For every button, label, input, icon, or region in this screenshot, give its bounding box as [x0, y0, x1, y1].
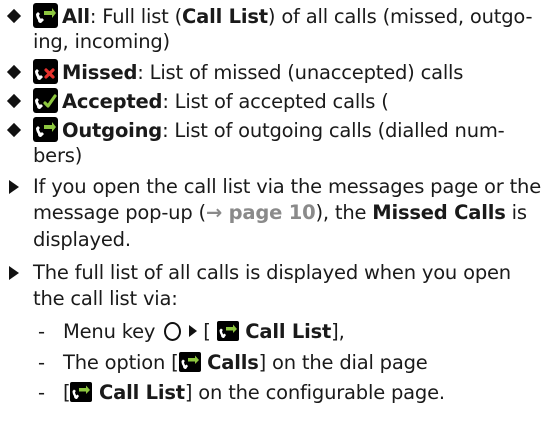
list-dash: -	[38, 320, 45, 343]
bullet-outgoing-continued: bers)	[33, 144, 83, 167]
bullet-outgoing: Outgoing: List of outgoing calls (dialle…	[33, 117, 505, 143]
bullet-diamond	[6, 64, 22, 80]
chevron-right-icon	[189, 325, 198, 337]
call-list-icon	[216, 321, 239, 341]
call-list-icon	[70, 382, 93, 402]
bullet-all-continued: ing, incoming)	[33, 30, 170, 53]
bullet-diamond	[6, 93, 22, 109]
call-list-all-icon	[33, 3, 58, 28]
missed-call-icon	[33, 59, 58, 84]
paragraph-messages-line2: message pop-up (→ page 10), the Missed C…	[33, 201, 527, 224]
bullet-diamond	[6, 122, 22, 138]
bullet-all: All: Full list (Call List) of all calls …	[33, 3, 533, 29]
paragraph-messages-line3: displayed.	[33, 228, 131, 251]
list-item-configurable-page: [ Call List] on the configurable page.	[63, 381, 445, 404]
outgoing-call-icon	[33, 117, 58, 142]
paragraph-arrow-marker	[9, 266, 19, 280]
list-item-menu-key: Menu key [ Call List],	[63, 320, 345, 343]
menu-key-icon	[164, 322, 182, 341]
paragraph-full-list-line1: The full list of all calls is displayed …	[33, 261, 511, 284]
list-dash: -	[38, 381, 45, 404]
call-list-icon	[178, 352, 201, 372]
bullet-missed: Missed: List of missed (unaccepted) call…	[33, 59, 463, 85]
page-ref-arrow: →	[205, 201, 223, 224]
paragraph-messages-line1: If you open the call list via the messag…	[33, 175, 541, 198]
list-dash: -	[38, 351, 45, 374]
bullet-diamond	[6, 8, 22, 24]
paragraph-arrow-marker	[9, 180, 19, 194]
accepted-call-icon	[33, 88, 58, 113]
list-item-dial-page: The option [ Calls] on the dial page	[63, 351, 428, 374]
bullet-accepted: Accepted: List of accepted calls (	[33, 88, 389, 114]
page-reference-link[interactable]: page 10	[229, 201, 316, 224]
paragraph-full-list-line2: the call list via:	[33, 287, 178, 310]
